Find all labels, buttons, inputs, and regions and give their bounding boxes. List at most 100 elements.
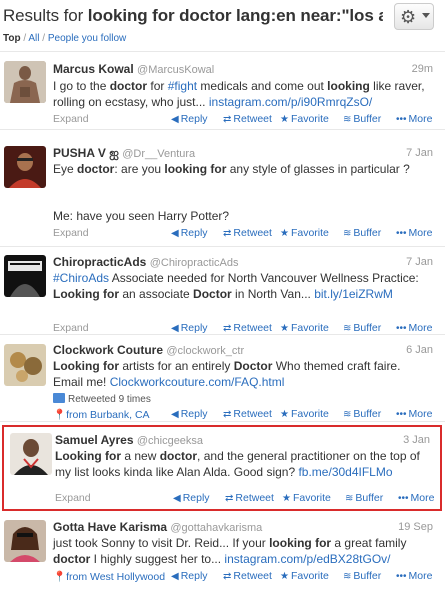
settings-dropdown-button[interactable]: ⚙ <box>394 3 434 30</box>
retweet-label: Retweet <box>233 113 272 125</box>
more-button[interactable]: ••• More <box>396 408 432 420</box>
tweet-link[interactable]: instagram.com/p/edBX28tGOv/ <box>224 552 390 566</box>
author-name[interactable]: Marcus Kowal <box>53 62 134 76</box>
star-icon: ★ <box>280 571 289 582</box>
author-handle[interactable]: @MarcusKowal <box>137 64 214 76</box>
more-button[interactable]: ••• More <box>396 227 432 239</box>
favorite-label: Favorite <box>290 570 329 582</box>
filter-all[interactable]: All <box>28 33 39 44</box>
buffer-button[interactable]: ≋ Buffer <box>343 570 381 582</box>
tweet-link[interactable]: bit.ly/1eiZRwM <box>314 287 393 301</box>
buffer-button[interactable]: ≋ Buffer <box>343 322 381 334</box>
expand-link[interactable]: Expand <box>53 227 89 239</box>
author-handle[interactable]: @ChiropracticAds <box>150 257 239 269</box>
favorite-button[interactable]: ★ Favorite <box>280 227 329 239</box>
retweet-button[interactable]: ⇄ Retweet <box>223 408 272 420</box>
location-link[interactable]: 📍from Burbank, CA <box>53 408 150 421</box>
text-segment: an associate <box>119 287 194 301</box>
tweet-timestamp[interactable]: 29m <box>412 63 433 75</box>
tweet-timestamp[interactable]: 3 Jan <box>403 434 430 446</box>
retweet-button[interactable]: ⇄ Retweet <box>223 570 272 582</box>
favorite-button[interactable]: ★ Favorite <box>280 113 329 125</box>
buffer-button[interactable]: ≋ Buffer <box>343 227 381 239</box>
retweet-button[interactable]: ⇄ Retweet <box>223 227 272 239</box>
favorite-button[interactable]: ★ Favorite <box>280 322 329 334</box>
favorite-button[interactable]: ★ Favorite <box>282 492 331 504</box>
author-handle[interactable]: @clockwork_ctr <box>166 345 244 357</box>
avatar[interactable] <box>4 344 46 386</box>
tweet-link[interactable]: Clockworkcouture.com/FAQ.html <box>110 375 285 389</box>
tweet-header: ChiropracticAds @ChiropracticAds <box>53 255 239 269</box>
tweet[interactable]: PUSHA V ஐ @Dr__Ventura 7 Jan Eye doctor:… <box>0 140 445 247</box>
reply-button[interactable]: ◀ Reply <box>173 492 210 504</box>
reply-button[interactable]: ◀ Reply <box>171 408 208 420</box>
location-link[interactable]: 📍from West Hollywood <box>53 570 165 583</box>
tweet[interactable]: ChiropracticAds @ChiropracticAds 7 Jan #… <box>0 249 445 335</box>
star-icon: ★ <box>280 409 289 420</box>
tweet-timestamp[interactable]: 6 Jan <box>406 344 433 356</box>
avatar[interactable] <box>4 520 46 562</box>
avatar[interactable] <box>4 146 46 188</box>
author-name[interactable]: Gotta Have Karisma <box>53 520 167 534</box>
reply-button[interactable]: ◀ Reply <box>171 113 208 125</box>
retweet-label: Retweet <box>233 408 272 420</box>
reply-button[interactable]: ◀ Reply <box>171 227 208 239</box>
retweet-count[interactable]: Retweeted 9 times <box>53 393 151 405</box>
tweet-highlighted[interactable]: Samuel Ayres @chicgeeksa 3 Jan Looking f… <box>2 425 442 511</box>
author-name[interactable]: PUSHA V ஐ <box>53 146 119 160</box>
avatar[interactable] <box>4 255 46 297</box>
expand-link[interactable]: Expand <box>55 492 91 504</box>
favorite-button[interactable]: ★ Favorite <box>280 570 329 582</box>
avatar-image <box>4 61 46 103</box>
buffer-button[interactable]: ≋ Buffer <box>343 113 381 125</box>
hashtag-link[interactable]: #ChiroAds <box>53 271 109 285</box>
tweet-timestamp[interactable]: 7 Jan <box>406 256 433 268</box>
more-button[interactable]: ••• More <box>396 322 432 334</box>
avatar[interactable] <box>4 61 46 103</box>
filter-separator: / <box>39 33 48 44</box>
author-name[interactable]: Clockwork Couture <box>53 343 163 357</box>
expand-link[interactable]: Expand <box>53 113 89 125</box>
filter-top[interactable]: Top <box>3 33 21 44</box>
more-icon: ••• <box>396 323 407 334</box>
tweet-actions: 📍from Burbank, CA ◀ Reply ⇄ Retweet ★ Favor… <box>53 408 435 422</box>
more-button[interactable]: ••• More <box>396 570 432 582</box>
retweet-button[interactable]: ⇄ Retweet <box>225 492 274 504</box>
more-label: More <box>408 227 433 239</box>
buffer-button[interactable]: ≋ Buffer <box>345 492 383 504</box>
gear-icon: ⚙ <box>400 7 417 27</box>
hashtag-link[interactable]: #fight <box>168 79 197 93</box>
tweet-text: I go to the doctor for #fight medicals a… <box>53 78 433 110</box>
author-name[interactable]: ChiropracticAds <box>53 255 146 269</box>
retweet-button[interactable]: ⇄ Retweet <box>223 113 272 125</box>
expand-link[interactable]: Expand <box>53 322 89 334</box>
location-label: from Burbank, CA <box>66 409 150 421</box>
reply-label: Reply <box>180 570 208 582</box>
more-button[interactable]: ••• More <box>398 492 434 504</box>
reply-button[interactable]: ◀ Reply <box>171 570 208 582</box>
retweet-icon: ⇄ <box>223 228 232 239</box>
author-handle[interactable]: @gottahavkarisma <box>170 522 262 534</box>
favorite-button[interactable]: ★ Favorite <box>280 408 329 420</box>
more-button[interactable]: ••• More <box>396 113 432 125</box>
tweet-text: #ChiroAds Associate needed for North Van… <box>53 270 433 302</box>
reply-button[interactable]: ◀ Reply <box>171 322 208 334</box>
tweet[interactable]: Clockwork Couture @clockwork_ctr 6 Jan L… <box>0 336 445 422</box>
tweet-link[interactable]: fb.me/30d4IFLMo <box>298 465 392 479</box>
tweet-header: Clockwork Couture @clockwork_ctr <box>53 343 244 357</box>
buffer-button[interactable]: ≋ Buffer <box>343 408 381 420</box>
avatar[interactable] <box>10 433 52 475</box>
author-handle[interactable]: @Dr__Ventura <box>122 148 195 160</box>
filter-people-you-follow[interactable]: People you follow <box>48 33 126 44</box>
tweet[interactable]: Marcus Kowal @MarcusKowal 29m I go to th… <box>0 53 445 130</box>
author-name[interactable]: Samuel Ayres <box>55 433 134 447</box>
tweet-timestamp[interactable]: 7 Jan <box>406 147 433 159</box>
tweet-actions: Expand ◀ Reply ⇄ Retweet ★ Favorite ≋ Buffer… <box>53 322 435 336</box>
more-label: More <box>410 492 435 504</box>
tweet-timestamp[interactable]: 19 Sep <box>398 521 433 533</box>
retweet-button[interactable]: ⇄ Retweet <box>223 322 272 334</box>
star-icon: ★ <box>280 323 289 334</box>
tweet-link[interactable]: instagram.com/p/i90RmrqZsO/ <box>209 95 372 109</box>
tweet[interactable]: Gotta Have Karisma @gottahavkarisma 19 S… <box>0 514 445 599</box>
author-handle[interactable]: @chicgeeksa <box>137 435 203 447</box>
